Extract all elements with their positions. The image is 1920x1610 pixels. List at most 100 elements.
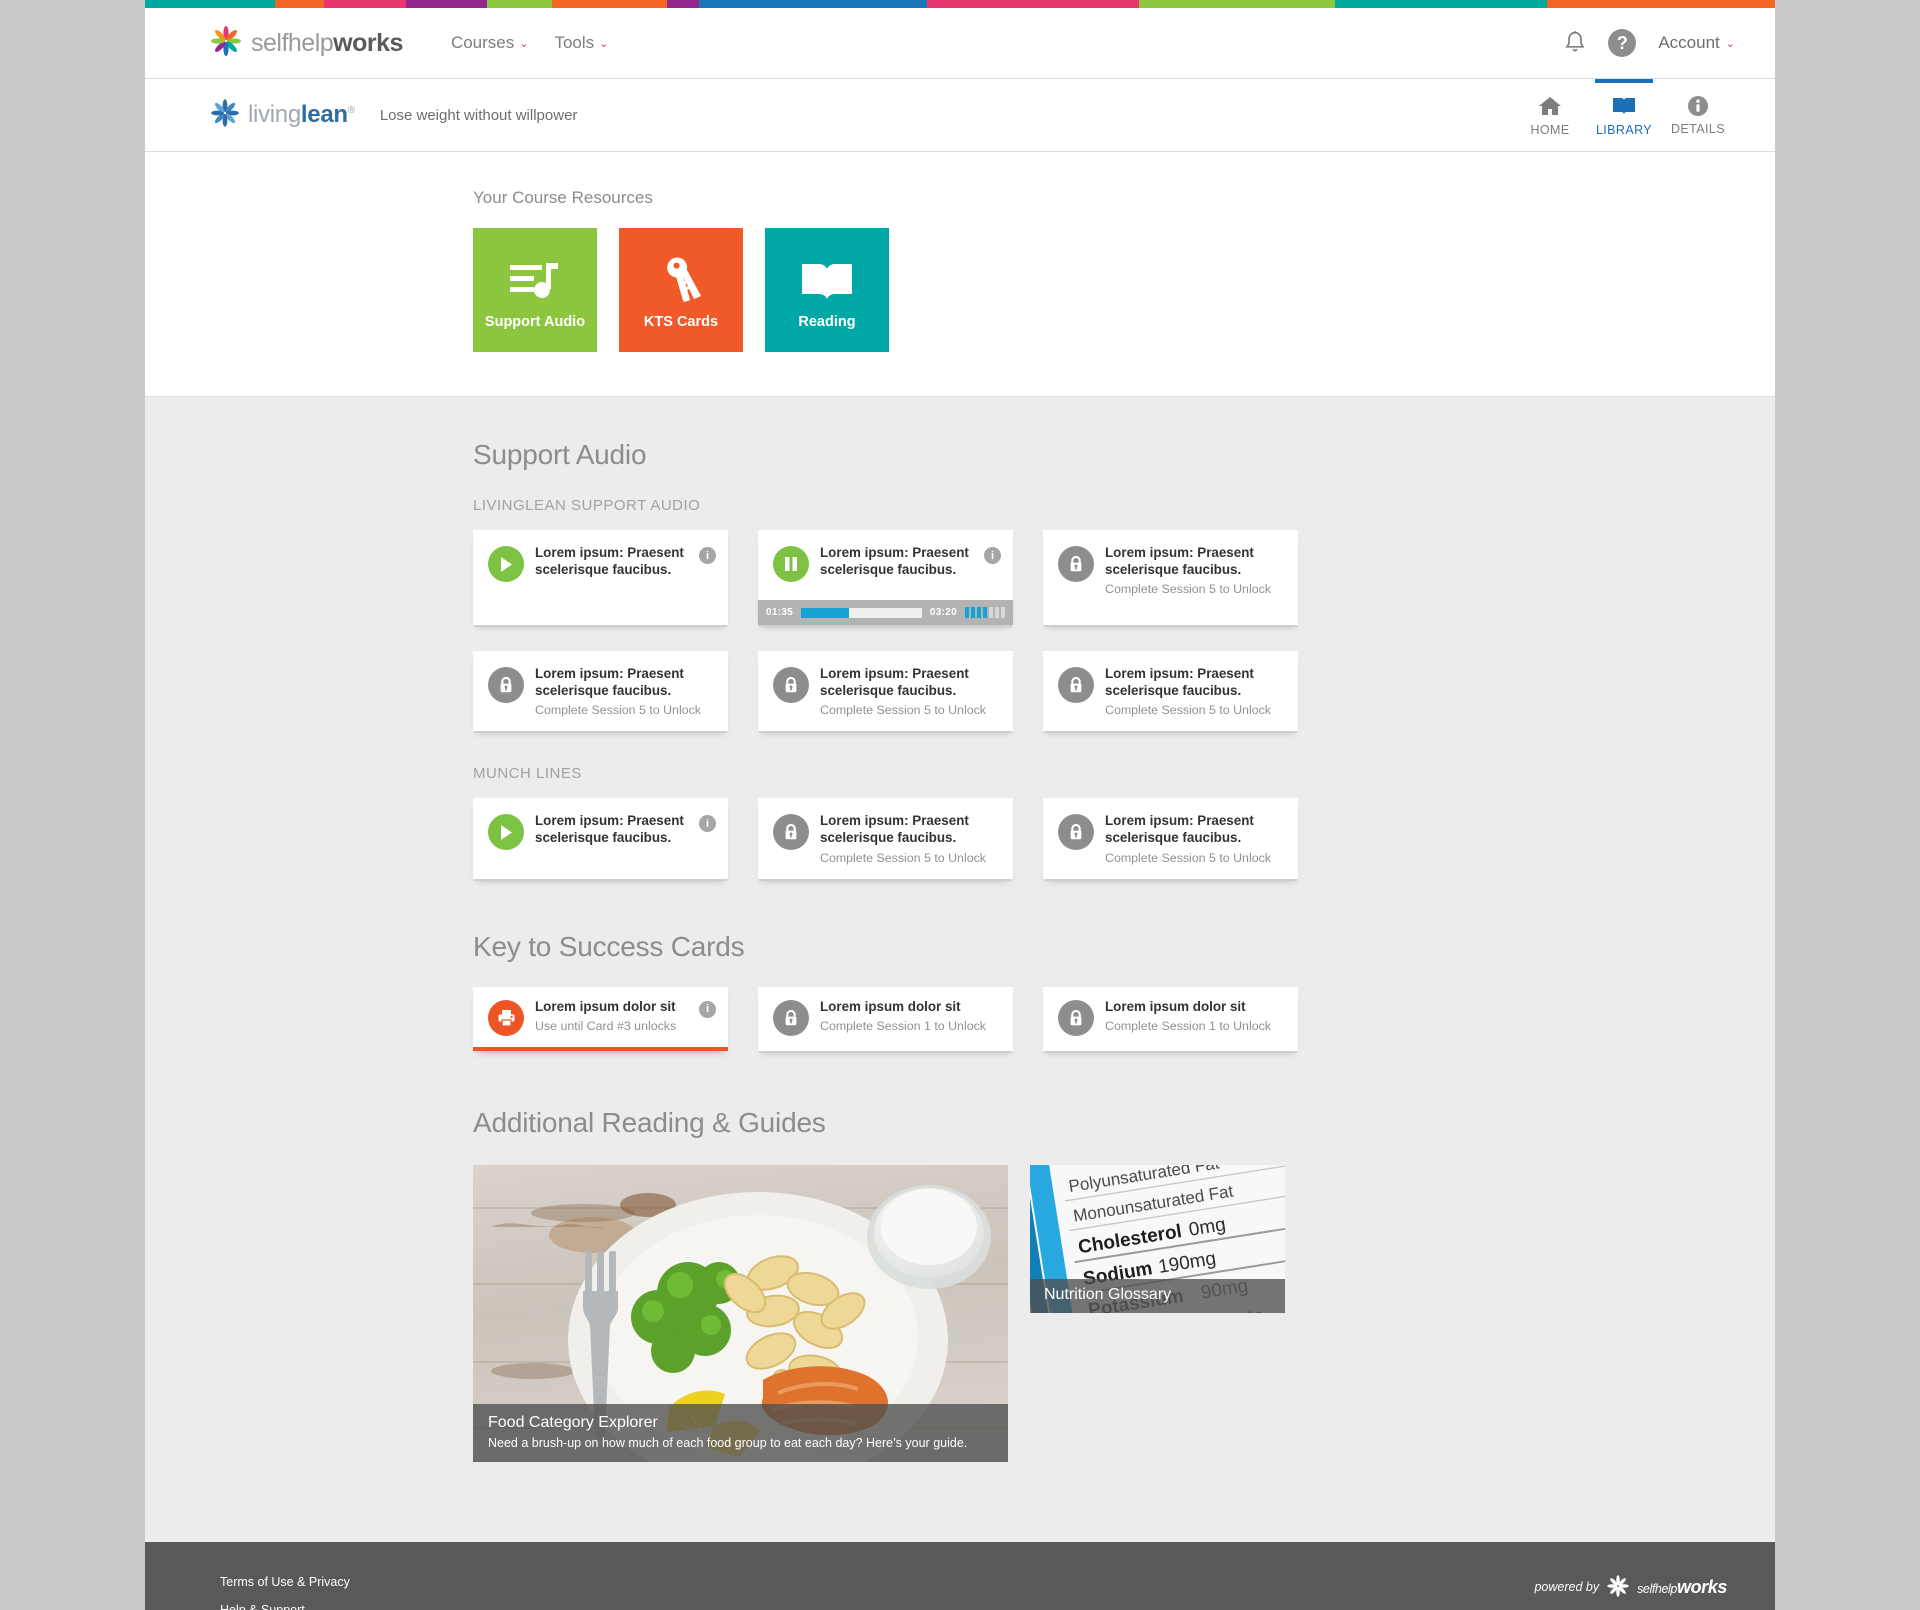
card-text: Lorem ipsum: Praesent scelerisque faucib… xyxy=(1105,665,1286,717)
audio-elapsed-time: 01:35 xyxy=(766,607,794,618)
lock-icon xyxy=(1058,814,1094,851)
support-audio-card[interactable]: Lorem ipsum: Praesent scelerisque faucib… xyxy=(1043,530,1298,625)
reading-heading: Additional Reading & Guides xyxy=(473,1106,826,1138)
support-audio-card-row: Lorem ipsum: Praesent scelerisque faucib… xyxy=(473,530,1573,732)
audio-progress-track[interactable] xyxy=(801,607,922,618)
stripe-segment xyxy=(927,0,1140,8)
kts-card[interactable]: Lorem ipsum dolor sit Complete Session 1 … xyxy=(1043,986,1298,1051)
info-icon[interactable]: i xyxy=(699,547,716,564)
resource-tile-support-audio[interactable]: Support Audio xyxy=(473,228,597,352)
card-title: Lorem ipsum: Praesent scelerisque faucib… xyxy=(1105,666,1254,699)
card-subtitle: Complete Session 5 to Unlock xyxy=(820,850,986,865)
play-button[interactable] xyxy=(488,814,524,851)
card-subtitle: Complete Session 5 to Unlock xyxy=(1105,850,1271,865)
card-subtitle: Complete Session 1 to Unlock xyxy=(820,1018,986,1033)
kts-card[interactable]: Lorem ipsum dolor sit Use until Card #3 u… xyxy=(473,986,728,1051)
kts-section: Key to Success Cards Lorem ipsum dolor s… xyxy=(473,879,1775,1051)
card-body: Lorem ipsum: Praesent scelerisque faucib… xyxy=(1043,798,1298,878)
card-title: Lorem ipsum: Praesent scelerisque faucib… xyxy=(535,813,684,846)
resource-tile-reading[interactable]: Reading xyxy=(765,228,889,352)
support-audio-card[interactable]: Lorem ipsum: Praesent scelerisque faucib… xyxy=(758,651,1013,732)
stripe-segment xyxy=(275,0,325,8)
info-icon[interactable]: i xyxy=(699,815,716,833)
card-body: Lorem ipsum: Praesent scelerisque faucib… xyxy=(1043,651,1298,731)
support-audio-card[interactable]: Lorem ipsum: Praesent scelerisque faucib… xyxy=(758,530,1013,625)
support-audio-group-livinglean: LIVINGLEAN SUPPORT AUDIO Lorem ipsum: Pr… xyxy=(473,497,1775,732)
audio-player-bar[interactable]: 01:35 03:20 xyxy=(758,600,1013,625)
selfhelpworks-wordmark: selfhelpworks xyxy=(251,28,403,57)
card-title: Lorem ipsum dolor sit xyxy=(1105,998,1246,1014)
support-audio-card[interactable]: Lorem ipsum: Praesent scelerisque faucib… xyxy=(473,798,728,879)
volume-bar xyxy=(995,607,999,618)
course-resources-title: Your Course Resources xyxy=(473,188,653,207)
footer-powered-by-label: powered by xyxy=(1534,1580,1600,1595)
resource-tile-kts-cards[interactable]: KTS Cards xyxy=(619,228,743,352)
info-icon[interactable]: i xyxy=(984,547,1001,564)
card-title: Lorem ipsum: Praesent scelerisque faucib… xyxy=(820,545,969,578)
support-audio-section: Support Audio LIVINGLEAN SUPPORT AUDIO L… xyxy=(473,397,1775,879)
reading-tile-caption: Nutrition Glossary xyxy=(1030,1278,1285,1313)
footer-powered-by: powered by selfhelpworks xyxy=(1534,1574,1727,1600)
play-button[interactable] xyxy=(488,546,524,582)
audio-duration-time: 03:20 xyxy=(929,607,957,618)
print-icon[interactable] xyxy=(488,999,524,1036)
footer-link-terms[interactable]: Terms of Use & Privacy xyxy=(220,1575,350,1589)
top-nav-links: Courses ⌄ Tools ⌄ xyxy=(451,33,608,53)
tab-details-label: DETAILS xyxy=(1671,121,1725,136)
nav-item-courses[interactable]: Courses ⌄ xyxy=(451,33,529,53)
support-audio-card[interactable]: Lorem ipsum: Praesent scelerisque faucib… xyxy=(758,798,1013,879)
volume-bar xyxy=(1001,607,1005,618)
nav-item-tools[interactable]: Tools ⌄ xyxy=(554,33,608,53)
bell-icon[interactable] xyxy=(1564,30,1586,56)
footer-links: Terms of Use & Privacy Help & Support xyxy=(220,1575,350,1610)
audio-progress-fill xyxy=(801,607,850,618)
support-audio-card[interactable]: Lorem ipsum: Praesent scelerisque faucib… xyxy=(473,530,728,625)
card-text: Lorem ipsum: Praesent scelerisque faucib… xyxy=(820,544,980,578)
lock-icon xyxy=(773,814,809,851)
volume-control[interactable] xyxy=(965,607,1005,618)
library-content: Support Audio LIVINGLEAN SUPPORT AUDIO L… xyxy=(145,397,1775,1542)
course-resources-tiles: Support Audio KTS Cards Reading xyxy=(473,228,1775,352)
card-text: Lorem ipsum: Praesent scelerisque faucib… xyxy=(820,812,1001,864)
card-title: Lorem ipsum: Praesent scelerisque faucib… xyxy=(820,813,969,846)
stripe-segment xyxy=(1334,0,1547,8)
card-subtitle: Complete Session 5 to Unlock xyxy=(820,703,986,718)
tab-home[interactable]: HOME xyxy=(1513,79,1587,152)
reading-tile-nutrition-glossary[interactable]: Polyunsaturated Fat Monounsaturated Fat … xyxy=(1030,1164,1285,1313)
card-title: Lorem ipsum dolor sit xyxy=(820,998,961,1014)
card-text: Lorem ipsum dolor sit Complete Session 1 … xyxy=(820,998,1001,1033)
livinglean-logo[interactable]: livinglean® xyxy=(211,98,355,132)
pause-button[interactable] xyxy=(773,546,809,582)
account-menu[interactable]: Account ⌄ xyxy=(1658,33,1735,53)
info-icon[interactable]: i xyxy=(699,1000,716,1018)
support-audio-card[interactable]: Lorem ipsum: Praesent scelerisque faucib… xyxy=(1043,651,1298,732)
card-subtitle: Complete Session 1 to Unlock xyxy=(1105,1018,1271,1033)
card-body: Lorem ipsum dolor sit Use until Card #3 u… xyxy=(473,987,728,1047)
card-text: Lorem ipsum dolor sit Use until Card #3 u… xyxy=(535,998,695,1033)
tab-library[interactable]: LIBRARY xyxy=(1587,78,1661,152)
support-audio-card[interactable]: Lorem ipsum: Praesent scelerisque faucib… xyxy=(473,651,728,732)
chevron-down-icon: ⌄ xyxy=(1725,37,1735,50)
stripe-segment xyxy=(1546,0,1775,8)
app-page: selfhelpworks Courses ⌄ Tools ⌄ ? Accoun… xyxy=(145,0,1775,1610)
course-tagline: Lose weight without willpower xyxy=(379,106,578,124)
lock-icon xyxy=(1058,999,1094,1036)
stripe-segment xyxy=(666,0,700,8)
tab-home-label: HOME xyxy=(1530,122,1570,137)
tab-details[interactable]: DETAILS xyxy=(1661,79,1735,152)
home-icon xyxy=(1537,94,1563,118)
footer-link-help[interactable]: Help & Support xyxy=(220,1603,350,1610)
kts-card[interactable]: Lorem ipsum dolor sit Complete Session 1 … xyxy=(758,986,1013,1051)
selfhelpworks-logo[interactable]: selfhelpworks xyxy=(211,25,403,61)
course-resources-section: Your Course Resources Support Audio KTS … xyxy=(145,152,1775,397)
support-audio-card[interactable]: Lorem ipsum: Praesent scelerisque faucib… xyxy=(1043,798,1298,879)
card-text: Lorem ipsum dolor sit Complete Session 1 … xyxy=(1105,998,1286,1033)
nav-item-tools-label: Tools xyxy=(554,33,595,52)
reading-tile-food-category-explorer[interactable]: Food Category Explorer Need a brush-up o… xyxy=(473,1164,1008,1462)
global-top-nav: selfhelpworks Courses ⌄ Tools ⌄ ? Accoun… xyxy=(145,8,1775,79)
help-icon[interactable]: ? xyxy=(1608,29,1637,57)
audio-playlist-icon xyxy=(508,259,562,308)
support-audio-heading: Support Audio xyxy=(473,439,647,470)
stripe-segment xyxy=(699,0,928,8)
card-body: Lorem ipsum: Praesent scelerisque faucib… xyxy=(473,530,728,600)
